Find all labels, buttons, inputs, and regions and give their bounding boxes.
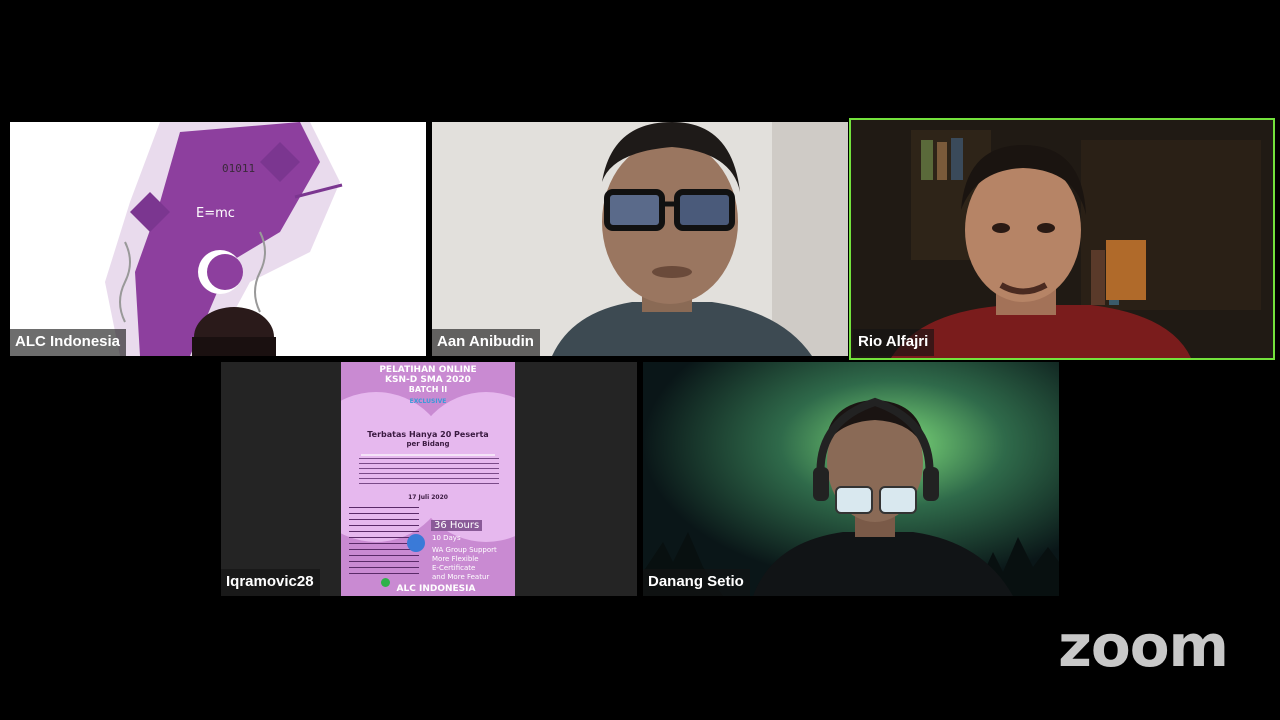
poster-limit-1: Terbatas Hanya 20 Peserta bbox=[367, 430, 489, 439]
zoom-logo: zoom bbox=[1058, 612, 1229, 680]
participant-video bbox=[851, 120, 1273, 358]
poster-blue-badge-icon bbox=[407, 534, 425, 552]
poster-title-2: KSN-D SMA 2020 bbox=[385, 375, 471, 385]
poster-flex: More Flexible bbox=[432, 555, 479, 563]
video-tile-danang-setio[interactable]: Danang Setio bbox=[643, 362, 1059, 596]
aurora-background-video bbox=[643, 362, 1059, 596]
video-tile-alc-indonesia[interactable]: 01011 E=mc ALC Indonesia bbox=[10, 122, 426, 356]
video-tile-aan-anibudin[interactable]: Aan Anibudin bbox=[432, 122, 848, 356]
poster-days: 10 Days bbox=[432, 534, 461, 542]
poster-limit-2: per Bidang bbox=[406, 440, 450, 448]
poster-more: and More Featur bbox=[432, 573, 490, 581]
poster-text-block bbox=[359, 458, 499, 488]
poster-divider bbox=[361, 454, 495, 456]
alc-logo-video bbox=[105, 122, 343, 356]
video-tile-rio-alfajri[interactable]: Rio Alfajri bbox=[849, 118, 1275, 360]
poster-wa: WA Group Support bbox=[432, 546, 497, 554]
participant-name-label: Aan Anibudin bbox=[432, 329, 540, 356]
participant-name-label: Iqramovic28 bbox=[221, 569, 320, 596]
poster-title-1: PELATIHAN ONLINE bbox=[379, 365, 477, 375]
poster-date: 17 Juli 2020 bbox=[408, 494, 448, 501]
participant-name-label: Danang Setio bbox=[643, 569, 750, 596]
poster-exclusive: EXCLUSIVE bbox=[409, 398, 447, 405]
poster-footer: ALC INDONESIA bbox=[396, 584, 476, 594]
participant-video bbox=[432, 122, 848, 356]
logo-binary-text: 01011 bbox=[222, 162, 256, 175]
training-poster: PELATIHAN ONLINE KSN-D SMA 2020 BATCH II… bbox=[341, 362, 515, 596]
participant-name-label: Rio Alfajri bbox=[853, 329, 935, 356]
logo-formula-text: E=mc bbox=[196, 206, 235, 221]
participant-name-label: ALC Indonesia bbox=[10, 329, 127, 356]
poster-cert: E-Certificate bbox=[432, 564, 476, 572]
poster-title-3: BATCH II bbox=[408, 385, 448, 394]
poster-hours: 36 Hours bbox=[431, 520, 483, 531]
video-tile-iqramovic28[interactable]: PELATIHAN ONLINE KSN-D SMA 2020 BATCH II… bbox=[221, 362, 637, 596]
